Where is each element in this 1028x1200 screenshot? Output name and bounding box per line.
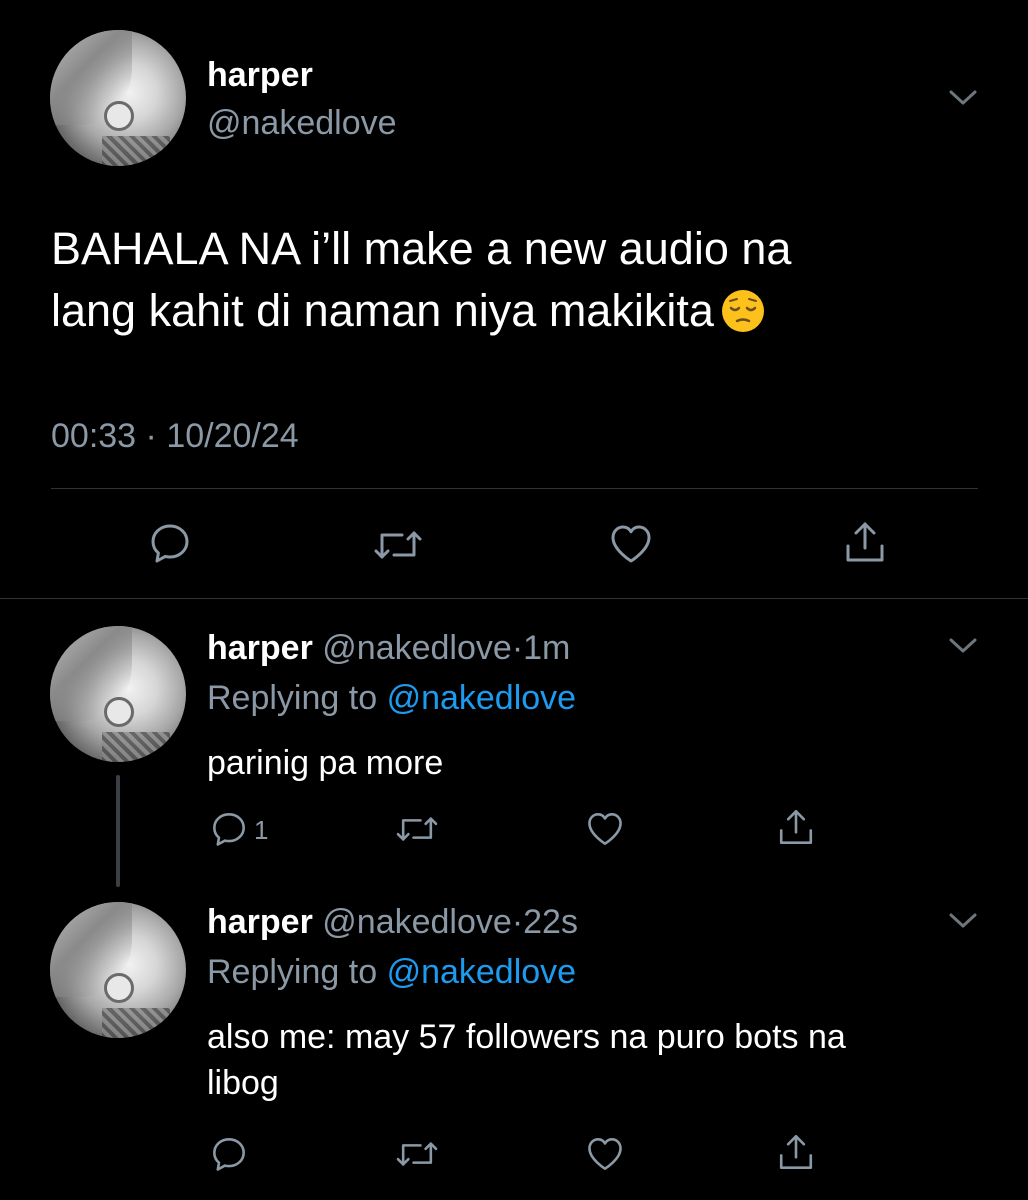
- reply-text: parinig pa more: [207, 744, 444, 782]
- chevron-down-icon[interactable]: [948, 911, 978, 931]
- like-icon[interactable]: [585, 1135, 625, 1173]
- avatar[interactable]: [50, 902, 186, 1038]
- tweet-age[interactable]: 1m: [523, 629, 570, 667]
- mention-link[interactable]: @nakedlove: [387, 953, 577, 991]
- reply-icon[interactable]: [210, 810, 248, 848]
- reply-header: harper @nakedlove·1m: [207, 628, 570, 668]
- reply-header: harper @nakedlove·22s: [207, 902, 578, 942]
- handle[interactable]: @nakedlove: [322, 903, 512, 941]
- avatar[interactable]: [50, 30, 186, 166]
- replying-to: Replying to @nakedlove: [207, 953, 577, 991]
- divider: [51, 488, 978, 489]
- like-icon[interactable]: [585, 810, 625, 848]
- reply-icon[interactable]: [210, 1135, 248, 1173]
- retweet-icon[interactable]: [372, 523, 424, 567]
- chevron-down-icon[interactable]: [948, 636, 978, 656]
- share-icon[interactable]: [842, 518, 888, 566]
- section-divider: [0, 598, 1028, 599]
- mention-link[interactable]: @nakedlove: [387, 679, 577, 717]
- timestamp[interactable]: 00:33 · 10/20/24: [51, 416, 299, 456]
- retweet-icon[interactable]: [394, 810, 440, 848]
- chevron-down-icon[interactable]: [948, 88, 978, 108]
- reply-icon[interactable]: [148, 521, 192, 565]
- replying-to: Replying to @nakedlove: [207, 679, 577, 717]
- tweet-age[interactable]: 22s: [523, 903, 578, 941]
- tweet-text-line: BAHALA NA i’ll make a new audio na: [51, 223, 792, 274]
- separator: ·: [511, 629, 524, 667]
- avatar[interactable]: [50, 626, 186, 762]
- display-name[interactable]: harper: [207, 55, 313, 95]
- share-icon[interactable]: [776, 806, 816, 848]
- like-icon[interactable]: [608, 522, 654, 566]
- separator: ·: [511, 903, 524, 941]
- retweet-icon[interactable]: [394, 1135, 440, 1173]
- reply-text: also me: may 57 followers na puro bots n…: [207, 1018, 846, 1102]
- share-icon[interactable]: [776, 1131, 816, 1173]
- display-name[interactable]: harper: [207, 903, 313, 941]
- thread-line: [116, 775, 120, 887]
- display-name[interactable]: harper: [207, 629, 313, 667]
- tweet-text: BAHALA NA i’ll make a new audio na lang …: [51, 218, 991, 342]
- tweet-text-line-2: lang kahit di naman niya makikita: [51, 280, 991, 342]
- handle[interactable]: @nakedlove: [207, 103, 397, 143]
- handle[interactable]: @nakedlove: [322, 629, 512, 667]
- reply-count: 1: [254, 815, 269, 845]
- pensive-face-icon: [720, 288, 766, 334]
